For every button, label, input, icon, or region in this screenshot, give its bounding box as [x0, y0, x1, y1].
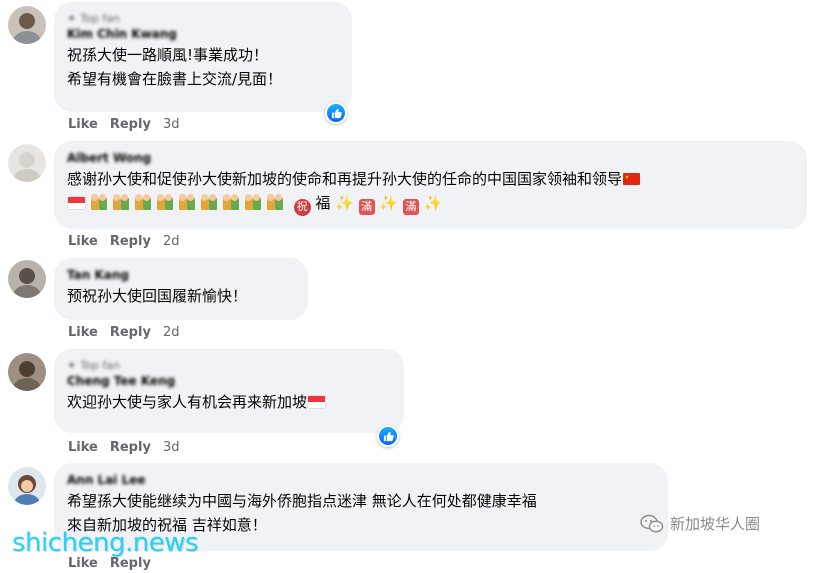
comment-text-line: 希望孫大使能继续为中國与海外侨胞指点迷津 無论人在何处都健康幸福 — [67, 492, 537, 510]
commenter-name[interactable]: Kim Chin Kwang — [67, 26, 340, 43]
comment-bubble: Albert Wong 感谢孙大使和促使孙大使新加坡的使命和再提升孙大使的任命的… — [54, 141, 807, 229]
like-link[interactable]: Like — [68, 116, 98, 134]
comment-text-line: 感谢孙大使和促使孙大使新加坡的使命和再提升孙大使的任命的中国国家领袖和领导 — [67, 167, 795, 191]
couple-emoji-icon — [244, 194, 263, 210]
full-emoji-icon: 滿 — [358, 199, 375, 215]
commenter-name[interactable]: Ann Lai Lee — [67, 472, 656, 489]
fortune-character: 福 — [315, 194, 331, 212]
avatar[interactable] — [8, 6, 46, 44]
singapore-flag-icon — [308, 396, 326, 408]
like-reaction-icon[interactable] — [325, 102, 347, 124]
couple-emoji-icon — [112, 194, 131, 210]
comment-text-line: 欢迎孙大使与家人有机会再来新加坡 — [67, 390, 392, 414]
like-link[interactable]: Like — [68, 233, 98, 251]
avatar[interactable] — [8, 353, 46, 391]
site-watermark: shicheng.news — [12, 528, 199, 558]
full-emoji-icon: 滿 — [402, 199, 419, 215]
reply-link[interactable]: Reply — [110, 439, 151, 457]
couple-emoji-icon — [90, 194, 109, 210]
top-fan-badge: ✦ Top fan — [67, 359, 120, 372]
timestamp[interactable]: 2d — [163, 324, 180, 342]
couple-emoji-icon — [266, 194, 285, 210]
wechat-account-name: 新加坡华人圈 — [670, 515, 761, 533]
badge-icon: ✦ — [67, 12, 77, 25]
timestamp[interactable]: 2d — [163, 233, 180, 251]
commenter-name[interactable]: Tan Kang — [67, 267, 296, 284]
comment-actions: Like Reply 3d — [68, 116, 179, 134]
comment-text-line: 预祝孙大使回国履新愉快！ — [67, 287, 248, 305]
couple-emoji-icon — [200, 194, 219, 210]
comment-bubble: ✦ Top fan Cheng Tee Keng 欢迎孙大使与家人有机会再来新加坡 — [54, 349, 404, 433]
china-flag-icon — [623, 173, 641, 185]
couple-emoji-icon — [134, 194, 153, 210]
like-link[interactable]: Like — [68, 439, 98, 457]
congratulations-emoji-icon: 祝 — [293, 198, 311, 216]
timestamp[interactable]: 3d — [163, 439, 180, 457]
wechat-account-watermark: 新加坡华人圈 — [640, 513, 760, 534]
wechat-icon — [640, 514, 664, 532]
reply-link[interactable]: Reply — [110, 233, 151, 251]
timestamp[interactable]: 3d — [163, 116, 180, 134]
avatar[interactable] — [8, 467, 46, 505]
avatar[interactable] — [8, 260, 46, 298]
couple-emoji-icon — [156, 194, 175, 210]
comment-actions: Like Reply 2d — [68, 233, 179, 251]
sparkles-icon: ✨ — [335, 194, 354, 212]
badge-icon: ✦ — [67, 359, 77, 372]
sparkles-icon: ✨ — [423, 194, 443, 212]
top-fan-badge: ✦ Top fan — [67, 12, 120, 25]
avatar[interactable] — [8, 144, 46, 182]
like-link[interactable]: Like — [68, 324, 98, 342]
comment-text-line: 希望有機會在臉書上交流/見面！ — [67, 70, 283, 88]
like-reaction-icon[interactable] — [377, 425, 399, 447]
comment-actions: Like Reply 2d — [68, 324, 179, 342]
comment-actions: Like Reply 3d — [68, 439, 179, 457]
emoji-line: 祝 福 ✨ 滿 ✨ 滿 ✨ — [67, 191, 795, 216]
commenter-name[interactable]: Cheng Tee Keng — [67, 373, 392, 390]
singapore-flag-icon — [68, 197, 85, 209]
comment-bubble: Tan Kang 预祝孙大使回国履新愉快！ — [54, 258, 308, 320]
reply-link[interactable]: Reply — [110, 116, 151, 134]
couple-emoji-icon — [178, 194, 197, 210]
comment-bubble: ✦ Top fan Kim Chin Kwang 祝孫大使一路順風!事業成功！ 希… — [54, 2, 352, 112]
couple-emoji-icon — [222, 194, 241, 210]
reply-link[interactable]: Reply — [110, 324, 151, 342]
commenter-name[interactable]: Albert Wong — [67, 150, 795, 167]
sparkles-icon: ✨ — [379, 194, 399, 212]
comment-text-line: 祝孫大使一路順風!事業成功！ — [67, 46, 269, 64]
